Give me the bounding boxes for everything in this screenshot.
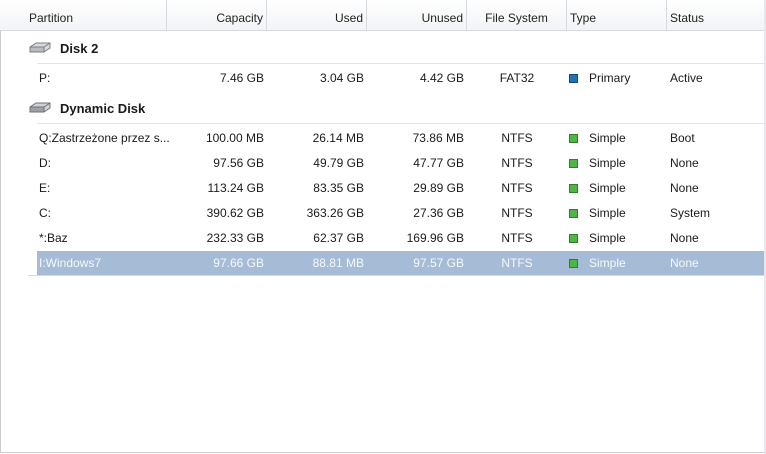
file-system-value: NTFS: [501, 156, 533, 170]
status-value: None: [670, 156, 699, 170]
simple-type-swatch-icon: [569, 259, 578, 268]
disk-name: Disk 2: [60, 40, 99, 56]
partition-name: I:Windows7: [39, 256, 102, 270]
used-value: 88.81 MB: [312, 256, 364, 270]
table-row[interactable]: P: 7.46 GB 3.04 GB 4.42 GB FAT32 Primary…: [37, 66, 764, 91]
unused-value: 73.86 MB: [412, 131, 464, 145]
used-value: 363.26 GB: [306, 206, 364, 220]
capacity-value: 97.66 GB: [213, 256, 264, 270]
capacity-value: 100.00 MB: [205, 131, 264, 145]
file-system-value: NTFS: [501, 131, 533, 145]
capacity-value: 97.56 GB: [213, 156, 264, 170]
status-value: Boot: [670, 131, 695, 145]
primary-type-swatch-icon: [569, 74, 578, 83]
column-header-status[interactable]: Status: [667, 0, 764, 30]
status-value: None: [670, 231, 699, 245]
type-value: Simple: [589, 131, 626, 145]
column-header-used[interactable]: Used: [267, 0, 367, 30]
unused-value: 47.77 GB: [413, 156, 464, 170]
status-value: None: [670, 256, 699, 270]
partition-name: *:Baz: [39, 231, 68, 245]
column-header-partition[interactable]: Partition: [25, 0, 167, 30]
capacity-value: 113.24 GB: [207, 181, 264, 195]
disk-group-disk-2[interactable]: Disk 2: [28, 38, 98, 58]
table-row[interactable]: D: 97.56 GB 49.79 GB 47.77 GB NTFS Simpl…: [37, 151, 764, 176]
type-value: Simple: [589, 156, 626, 170]
unused-value: 4.42 GB: [419, 71, 464, 85]
disk-group-dynamic-disk[interactable]: Dynamic Disk: [28, 98, 145, 118]
simple-type-swatch-icon: [569, 134, 578, 143]
type-value: Simple: [589, 256, 626, 270]
column-header-bar: Partition Capacity Used Unused File Syst…: [0, 0, 766, 31]
table-row[interactable]: C: 390.62 GB 363.26 GB 27.36 GB NTFS Sim…: [37, 201, 764, 226]
hard-disk-icon: [29, 42, 51, 53]
list-bottom-border: [28, 275, 764, 276]
used-value: 62.37 GB: [313, 231, 364, 245]
dynamic-disk-icon: [29, 102, 51, 113]
capacity-value: 7.46 GB: [219, 71, 264, 85]
type-value: Simple: [589, 181, 626, 195]
file-system-value: NTFS: [501, 231, 533, 245]
file-system-value: NTFS: [501, 206, 533, 220]
file-system-value: NTFS: [501, 256, 533, 270]
type-value: Primary: [589, 71, 631, 85]
status-value: None: [670, 181, 699, 195]
disk-separator: [37, 123, 766, 124]
used-value: 26.14 MB: [312, 131, 364, 145]
column-header-unused[interactable]: Unused: [367, 0, 467, 30]
used-value: 83.35 GB: [313, 181, 364, 195]
simple-type-swatch-icon: [569, 184, 578, 193]
type-value: Simple: [589, 231, 626, 245]
unused-value: 27.36 GB: [413, 206, 464, 220]
unused-value: 169.96 GB: [406, 231, 464, 245]
column-header-capacity[interactable]: Capacity: [167, 0, 267, 30]
partition-name: E:: [39, 181, 51, 195]
unused-value: 29.89 GB: [413, 181, 464, 195]
column-header-file-system[interactable]: File System: [467, 0, 567, 30]
disk-separator: [37, 63, 766, 64]
status-value: System: [670, 206, 711, 220]
used-value: 49.79 GB: [313, 156, 364, 170]
column-header-type[interactable]: Type: [567, 0, 667, 30]
table-row[interactable]: Q:Zastrzeżone przez s... 100.00 MB 26.14…: [37, 126, 764, 151]
unused-value: 97.57 GB: [413, 256, 464, 270]
partition-name: Q:Zastrzeżone przez s...: [39, 131, 170, 145]
simple-type-swatch-icon: [569, 234, 578, 243]
table-row[interactable]: *:Baz 232.33 GB 62.37 GB 169.96 GB NTFS …: [37, 226, 764, 251]
simple-type-swatch-icon: [569, 159, 578, 168]
file-system-value: NTFS: [501, 181, 533, 195]
disk-name: Dynamic Disk: [60, 100, 146, 116]
partition-name: P:: [39, 71, 51, 85]
partition-name: D:: [39, 156, 51, 170]
table-row-selected[interactable]: I:Windows7 97.66 GB 88.81 MB 97.57 GB NT…: [37, 251, 764, 276]
capacity-value: 232.33 GB: [206, 231, 264, 245]
table-row[interactable]: E: 113.24 GB 83.35 GB 29.89 GB NTFS Simp…: [37, 176, 764, 201]
status-value: Active: [670, 71, 703, 85]
partition-name: C:: [39, 206, 51, 220]
simple-type-swatch-icon: [569, 209, 578, 218]
used-value: 3.04 GB: [319, 71, 364, 85]
file-system-value: FAT32: [499, 71, 535, 85]
type-value: Simple: [589, 206, 626, 220]
capacity-value: 390.62 GB: [206, 206, 264, 220]
